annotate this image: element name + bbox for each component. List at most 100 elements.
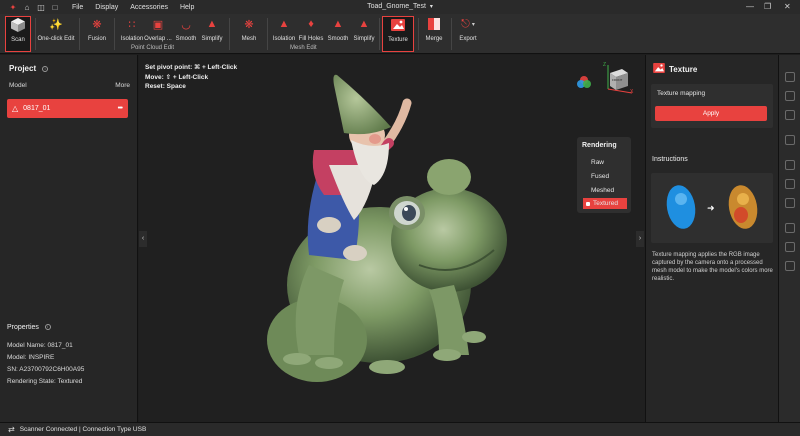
instructions-heading: Instructions: [652, 156, 688, 163]
toolbar-divider: [267, 18, 268, 50]
prop-rendering-state: Rendering State: Textured: [7, 378, 83, 385]
project-list-item[interactable]: △ 0817_01 •••: [7, 99, 128, 118]
merge-icon: [428, 16, 440, 32]
mesh-simplify-label: Simplify: [353, 36, 375, 42]
measure-tool-icon[interactable]: [785, 135, 795, 145]
texture-panel: Texture Texture mapping Apply Instructio…: [645, 55, 778, 422]
restore-icon[interactable]: ❐: [764, 2, 771, 11]
toolbar-divider: [418, 18, 419, 50]
point-cloud-edit-group-label: Point Cloud Edit: [131, 45, 175, 51]
project-item-name: 0817_01: [23, 105, 51, 112]
mesh-icon: ❋: [244, 18, 254, 31]
mesh-edit-group-label: Mesh Edit: [290, 45, 317, 51]
selected-indicator-icon: [586, 201, 590, 206]
pc-simplify-label: Simplify: [201, 36, 223, 42]
toolbar-divider: [229, 18, 230, 50]
pc-smooth-button[interactable]: ◡ Smooth: [175, 16, 197, 52]
more-options-icon[interactable]: •••: [118, 105, 123, 112]
menu-display[interactable]: Display: [95, 4, 118, 11]
prop-model: Model: INSPIRE: [7, 354, 55, 361]
export-label: Export: [459, 36, 477, 42]
instructions-image: ➜: [651, 173, 773, 243]
toolbar-divider: [79, 18, 80, 50]
project-heading: Project: [9, 64, 37, 73]
simplify-icon: ▲: [206, 18, 218, 30]
view-tool-icon[interactable]: [785, 110, 795, 120]
texture-button[interactable]: Texture: [382, 16, 414, 52]
help-tool-icon[interactable]: [785, 223, 795, 233]
mesh-smooth-icon: ▲: [332, 18, 344, 30]
minimize-icon[interactable]: —: [746, 2, 754, 11]
render-option-raw[interactable]: Raw: [583, 157, 627, 168]
fusion-button[interactable]: ❋ Fusion: [86, 16, 108, 52]
app-logo-icon: ✦: [9, 2, 17, 12]
folder-icon[interactable]: □: [50, 2, 60, 12]
properties-heading: Properties: [7, 324, 39, 331]
menu-help[interactable]: Help: [180, 4, 194, 11]
right-tool-strip: [778, 55, 800, 422]
connection-icon: ⇄: [8, 425, 15, 434]
mesh-simplify-button[interactable]: ▲ Simplify: [353, 16, 375, 52]
one-click-edit-label: One-click Edit: [37, 36, 75, 42]
3d-model-toad-gnome[interactable]: [139, 55, 645, 422]
scan-label: Scan: [11, 37, 25, 43]
toolbar: Scan ✨ One-click Edit ❋ Fusion ∷ Isolati…: [0, 14, 800, 54]
overlap-icon: ▣: [152, 18, 164, 31]
render-option-raw-label: Raw: [591, 159, 605, 166]
home-icon[interactable]: ⌂: [22, 2, 32, 12]
texture-icon: [653, 63, 665, 75]
warning-icon: △: [12, 104, 19, 113]
mesh-isolation-icon: ▲: [278, 18, 290, 30]
info-icon[interactable]: i: [44, 324, 51, 331]
display-tool-icon[interactable]: [785, 179, 795, 189]
one-click-edit-button[interactable]: ✨ One-click Edit: [37, 16, 75, 52]
smooth-icon: ◡: [181, 18, 191, 31]
import-icon[interactable]: ◫: [36, 2, 46, 12]
svg-text:➜: ➜: [707, 204, 715, 214]
prop-sn: SN: A23700792C6H00A95: [7, 366, 85, 373]
undo-icon[interactable]: [785, 242, 795, 252]
view-tool-icon[interactable]: [785, 72, 795, 82]
render-option-textured-label: Textured: [593, 200, 618, 207]
close-icon[interactable]: ✕: [784, 2, 791, 11]
project-heading-row: Project i: [9, 64, 49, 73]
toolbar-divider: [451, 18, 452, 50]
view-tool-icon[interactable]: [785, 91, 795, 101]
merge-button[interactable]: Merge: [423, 16, 445, 52]
document-title: Toad_Gnome_Test: [367, 3, 426, 10]
left-panel: Project i Model More △ 0817_01 ••• Prope…: [0, 55, 138, 422]
mesh-smooth-label: Smooth: [327, 36, 349, 42]
fill-holes-label: Fill Holes: [298, 36, 324, 42]
redo-icon[interactable]: [785, 261, 795, 271]
pc-smooth-label: Smooth: [175, 36, 197, 42]
light-tool-icon[interactable]: [785, 160, 795, 170]
mesh-isolation-label: Isolation: [272, 36, 296, 42]
scan-button[interactable]: Scan: [5, 16, 31, 52]
mesh-smooth-button[interactable]: ▲ Smooth: [327, 16, 349, 52]
mesh-button[interactable]: ❋ Mesh: [238, 16, 260, 52]
render-option-meshed[interactable]: Meshed: [583, 185, 627, 196]
isolation-icon: ∷: [128, 18, 136, 31]
export-button[interactable]: ⎋ ▾ Export: [457, 16, 479, 52]
apply-button[interactable]: Apply: [655, 106, 767, 121]
merge-label: Merge: [425, 36, 443, 42]
3d-viewport[interactable]: Set pivot point: ⌘ + Left-Click Move: ⇧ …: [139, 55, 645, 422]
prop-model-name: Model Name: 0817_01: [7, 342, 73, 349]
menu-accessories[interactable]: Accessories: [130, 4, 168, 11]
render-option-meshed-label: Meshed: [591, 187, 615, 194]
title-bar: ✦ ⌂ ◫ □ File Display Accessories Help To…: [0, 0, 800, 14]
magic-wand-icon: ✨: [49, 18, 63, 31]
pc-simplify-button[interactable]: ▲ Simplify: [201, 16, 223, 52]
render-option-textured[interactable]: Textured: [583, 198, 627, 209]
rendering-panel: Rendering Raw Fused Meshed Textured: [577, 137, 631, 213]
document-title-area: Toad_Gnome_Test ▾: [0, 3, 800, 10]
toolbar-divider: [379, 18, 380, 50]
fill-holes-icon: ♦: [308, 18, 314, 30]
render-option-fused[interactable]: Fused: [583, 171, 627, 182]
info-icon[interactable]: i: [42, 66, 49, 73]
texture-label: Texture: [388, 37, 408, 43]
properties-heading-row: Properties i: [7, 324, 51, 331]
menu-file[interactable]: File: [72, 4, 83, 11]
chevron-down-icon[interactable]: ▾: [430, 4, 433, 10]
display-tool-icon[interactable]: [785, 198, 795, 208]
